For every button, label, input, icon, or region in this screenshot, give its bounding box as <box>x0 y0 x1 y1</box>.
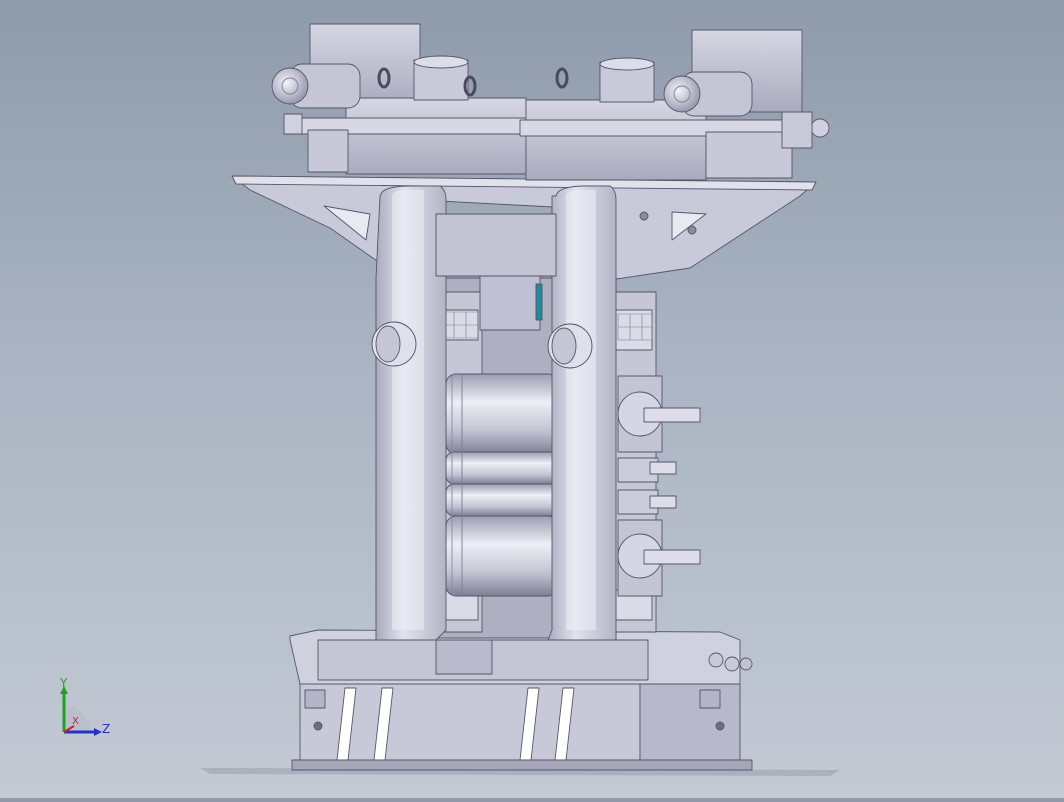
left-motor <box>271 63 361 109</box>
axis-triad: Y X Z <box>52 676 116 742</box>
left-housing-post <box>375 185 447 641</box>
backup-roll-bottom <box>445 515 559 597</box>
mill-stand-model[interactable] <box>0 0 1064 798</box>
right-housing-post <box>547 185 617 641</box>
work-rolls <box>445 373 559 597</box>
work-roll-bottom <box>445 483 559 517</box>
bottom-roll-shaft <box>643 549 701 565</box>
y-axis-label: Y <box>60 676 68 690</box>
indicator-teal <box>535 283 543 321</box>
right-gearbox <box>519 29 811 181</box>
top-roll-shaft <box>643 407 701 423</box>
base-frame <box>291 681 753 771</box>
backup-roll-top <box>445 373 559 455</box>
right-motor <box>663 71 753 117</box>
x-axis-label: X <box>72 716 79 727</box>
cad-viewport[interactable]: Y X Z <box>0 0 1064 798</box>
work-roll-top <box>445 451 559 485</box>
z-axis-label: Z <box>102 722 111 736</box>
